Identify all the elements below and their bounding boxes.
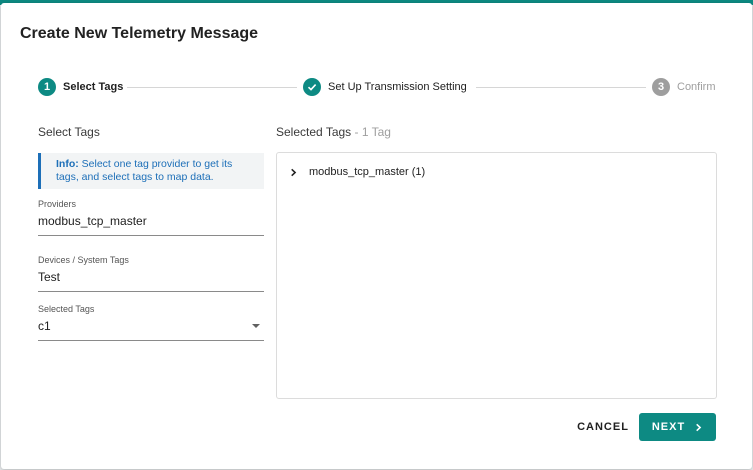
selected-tags-field[interactable]: Selected Tags c1 <box>38 304 264 341</box>
step-label: Select Tags <box>63 81 124 93</box>
devices-label: Devices / System Tags <box>38 255 129 265</box>
selected-tags-heading: Selected Tags - 1 Tag <box>276 125 391 139</box>
step-number: 1 <box>38 78 56 96</box>
step-label: Set Up Transmission Setting <box>328 81 467 93</box>
info-banner: Info: Select one tag provider to get its… <box>38 153 264 189</box>
next-label: NEXT <box>651 421 686 433</box>
chevron-right-icon <box>696 423 702 431</box>
selected-tags-title: Selected Tags <box>276 125 352 139</box>
providers-field[interactable]: Providers modbus_tcp_master <box>38 199 264 236</box>
selected-tags-panel: modbus_tcp_master (1) <box>276 152 717 399</box>
step-connector <box>127 87 297 88</box>
devices-input[interactable]: Test <box>38 270 264 292</box>
step-confirm[interactable]: 3 Confirm <box>652 78 716 96</box>
step-select-tags[interactable]: 1 Select Tags <box>38 78 123 96</box>
info-text: Select one tag provider to get its tags,… <box>56 158 233 183</box>
devices-field[interactable]: Devices / System Tags Test <box>38 255 264 292</box>
cancel-button[interactable]: CANCEL <box>569 413 637 441</box>
check-icon <box>303 78 321 96</box>
chevron-down-icon[interactable] <box>252 324 260 328</box>
tree-item[interactable]: modbus_tcp_master (1) <box>289 166 425 178</box>
next-button[interactable]: NEXT <box>639 413 716 441</box>
selected-tags-select[interactable]: c1 <box>38 319 264 341</box>
providers-input[interactable]: modbus_tcp_master <box>38 214 264 236</box>
providers-label: Providers <box>38 199 77 209</box>
create-telemetry-dialog: Create New Telemetry Message 1 Select Ta… <box>1 3 752 469</box>
chevron-right-icon[interactable] <box>289 168 298 177</box>
step-connector <box>476 87 646 88</box>
select-tags-heading: Select Tags <box>38 125 100 139</box>
stepper: 1 Select Tags Set Up Transmission Settin… <box>1 3 752 123</box>
step-transmission-setting[interactable]: Set Up Transmission Setting <box>303 78 467 96</box>
tree-item-label: modbus_tcp_master (1) <box>309 166 426 178</box>
selected-tags-count: - 1 Tag <box>354 125 391 139</box>
step-number: 3 <box>652 78 670 96</box>
info-prefix: Info: <box>56 158 79 170</box>
step-label: Confirm <box>677 81 716 93</box>
selected-tags-value: c1 <box>38 319 51 333</box>
selected-tags-label: Selected Tags <box>38 304 95 314</box>
